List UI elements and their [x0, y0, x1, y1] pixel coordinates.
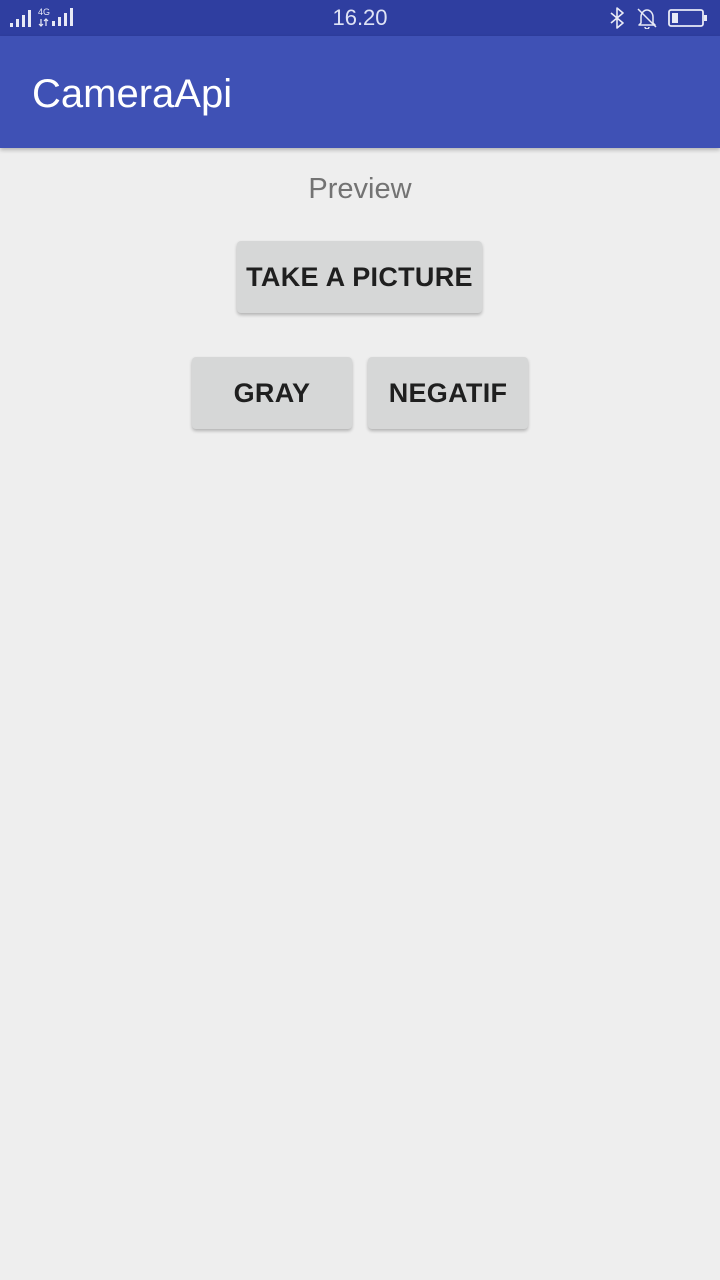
status-right-group	[608, 6, 708, 30]
app-title: CameraApi	[32, 72, 233, 116]
negatif-button[interactable]: NEGATIF	[368, 357, 528, 429]
status-bar: 4G 16.20	[0, 0, 720, 36]
notifications-off-icon	[637, 8, 657, 29]
app-bar: CameraApi	[0, 36, 720, 148]
bluetooth-icon	[610, 7, 624, 29]
preview-label: Preview	[308, 173, 412, 205]
gray-button[interactable]: GRAY	[192, 357, 352, 429]
take-picture-button[interactable]: TAKE A PICTURE	[237, 241, 482, 313]
battery-icon	[668, 9, 707, 27]
